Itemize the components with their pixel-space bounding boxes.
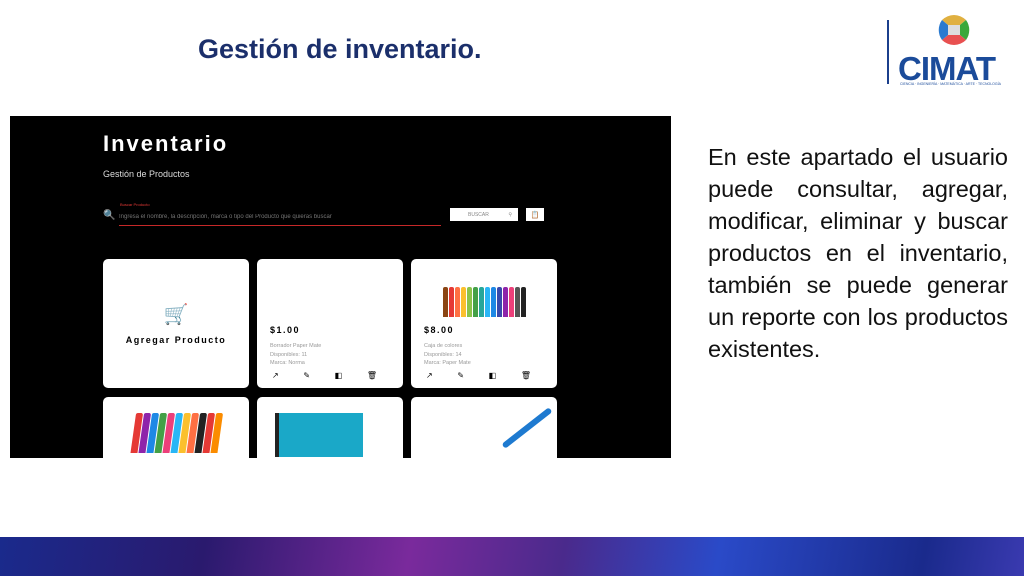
add-product-card[interactable]: 🛒 Agregar Producto xyxy=(103,259,249,388)
edit-icon[interactable]: ✎ xyxy=(303,371,310,380)
product-card: $1.00 Borrador Paper Mate Disponibles: 11… xyxy=(257,259,403,388)
search-icon: ⚲ xyxy=(508,211,512,218)
app-subtitle: Gestión de Productos xyxy=(103,169,190,179)
product-card xyxy=(257,397,403,458)
basket-add-icon: 🛒 xyxy=(163,304,189,326)
decorative-footer xyxy=(0,537,1024,576)
product-image xyxy=(103,397,249,455)
product-image xyxy=(275,413,363,457)
app-screenshot: Inventario Gestión de Productos Buscar P… xyxy=(10,116,671,458)
clipboard-icon: 📋 xyxy=(530,211,540,219)
product-image xyxy=(411,259,557,319)
slide-body: En este apartado el usuario puede consul… xyxy=(708,144,1008,362)
cimat-logo: CIMAT CIENCIA · INGENIERÍA · MATEMÁTICA … xyxy=(884,12,1014,92)
image-edit-icon[interactable]: ◧ xyxy=(489,371,497,380)
search-input[interactable] xyxy=(119,209,441,226)
image-edit-icon[interactable]: ◧ xyxy=(335,371,343,380)
product-card xyxy=(103,397,249,458)
edit-icon[interactable]: ✎ xyxy=(457,371,464,380)
app-title: Inventario xyxy=(103,131,229,156)
search-button[interactable]: BUSCAR ⚲ xyxy=(450,208,518,221)
product-card xyxy=(411,397,557,458)
open-icon[interactable]: ↗ xyxy=(272,371,279,380)
search-label: Buscar Producto xyxy=(120,202,150,207)
open-icon[interactable]: ↗ xyxy=(426,371,433,380)
search-icon: 🔍 xyxy=(103,210,116,221)
product-image xyxy=(501,407,553,449)
slide-title: Gestión de inventario. xyxy=(198,34,482,64)
product-card: $8.00 Caja de colores Disponibles: 14 Marc… xyxy=(411,259,557,388)
delete-icon[interactable]: 🗑 xyxy=(521,371,531,380)
delete-icon[interactable]: 🗑 xyxy=(367,371,377,380)
report-button[interactable]: 📋 xyxy=(526,208,544,221)
